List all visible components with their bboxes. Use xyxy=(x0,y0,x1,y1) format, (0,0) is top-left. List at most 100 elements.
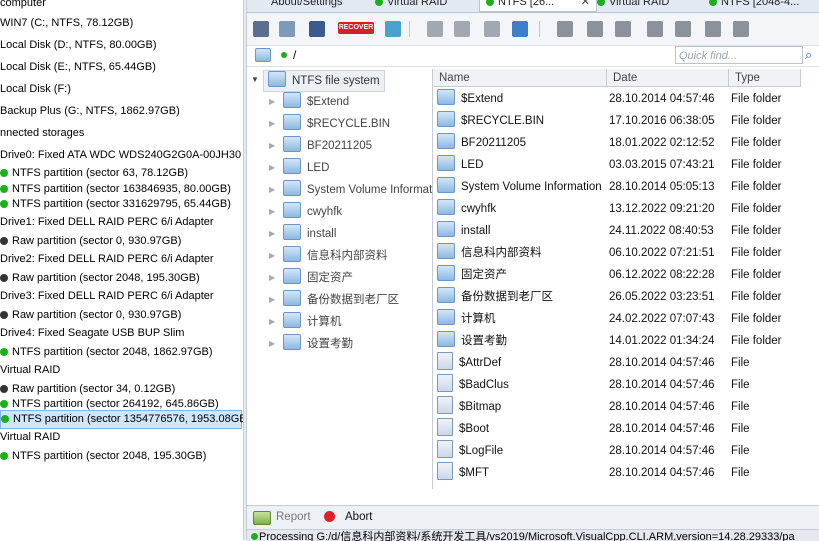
table-row[interactable]: $AttrDef 28.10.2014 04:57:46 File xyxy=(433,352,819,374)
search-icon[interactable]: ⌕ xyxy=(805,47,812,63)
report-button[interactable]: Report xyxy=(276,511,311,523)
partition-item[interactable]: NTFS partition (sector 2048, 1862.97GB) xyxy=(0,343,213,361)
device-item[interactable]: Local Disk (D:, NTFS, 80.00GB) xyxy=(0,36,157,54)
expand-arrow-icon[interactable]: ▶ xyxy=(269,339,275,348)
expand-arrow-icon[interactable]: ▶ xyxy=(269,251,275,260)
expand-arrow-icon[interactable]: ▶ xyxy=(269,207,275,216)
drive-item[interactable]: Drive3: Fixed DELL RAID PERC 6/i Adapter xyxy=(0,287,214,305)
expand-arrow-icon[interactable]: ▶ xyxy=(269,185,275,194)
tree-view-icon[interactable] xyxy=(279,21,295,37)
table-row[interactable]: 备份数据到老厂区 26.05.2022 03:23:51 File folder xyxy=(433,286,819,308)
disk-icon[interactable] xyxy=(615,21,631,37)
tree-item[interactable]: cwyhfk xyxy=(283,201,342,223)
expand-arrow-icon[interactable]: ▶ xyxy=(269,229,275,238)
tree-item[interactable]: 固定资产 xyxy=(283,267,353,289)
table-row[interactable]: install 24.11.2022 08:40:53 File folder xyxy=(433,220,819,242)
partition-item[interactable]: Raw partition (sector 2048, 195.30GB) xyxy=(0,269,200,287)
raid-item[interactable]: Virtual RAID xyxy=(0,428,60,446)
expand-arrow-icon[interactable]: ▼ xyxy=(251,69,259,91)
partition-item[interactable]: NTFS partition (sector 2048, 195.30GB) xyxy=(0,447,206,465)
export-icon[interactable] xyxy=(675,21,691,37)
list-icon[interactable] xyxy=(512,21,528,37)
tree-item[interactable]: 信息科内部资料 xyxy=(283,245,388,267)
table-row[interactable]: 设置考勤 14.01.2022 01:34:24 File folder xyxy=(433,330,819,352)
bug-icon[interactable] xyxy=(647,21,663,37)
expand-arrow-icon[interactable]: ▶ xyxy=(269,317,275,326)
table-row[interactable]: $Extend 28.10.2014 04:57:46 File folder xyxy=(433,88,819,110)
partition-item[interactable]: Raw partition (sector 0, 930.97GB) xyxy=(0,232,181,250)
recover-button[interactable]: RECOVER xyxy=(338,22,374,34)
expand-arrow-icon[interactable]: ▶ xyxy=(269,273,275,282)
close-tab-icon[interactable]: ✕ xyxy=(581,0,590,11)
table-row[interactable]: System Volume Information 28.10.2014 05:0… xyxy=(433,176,819,198)
drive-item[interactable]: Drive2: Fixed DELL RAID PERC 6/i Adapter xyxy=(0,250,214,268)
device-tree-panel: computer WIN7 (C:, NTFS, 78.12GB) Local … xyxy=(0,0,243,540)
table-row[interactable]: cwyhfk 13.12.2022 09:21:20 File folder xyxy=(433,198,819,220)
drive-item[interactable]: Drive4: Fixed Seagate USB BUP Slim xyxy=(0,324,184,342)
print-icon[interactable] xyxy=(733,21,749,37)
device-item[interactable]: Backup Plus (G:, NTFS, 1862.97GB) xyxy=(0,102,180,120)
abort-button[interactable]: Abort xyxy=(345,511,373,523)
device-item[interactable]: Local Disk (F:) xyxy=(0,80,71,98)
tree-item[interactable]: $RECYCLE.BIN xyxy=(283,113,390,135)
tab-about-settings[interactable]: About/Settings xyxy=(259,0,343,11)
table-row[interactable]: $RECYCLE.BIN 17.10.2016 06:38:05 File fold… xyxy=(433,110,819,132)
tree-item[interactable]: $Extend xyxy=(283,91,349,113)
column-header-type[interactable]: Type xyxy=(729,69,801,87)
partition-label: NTFS partition (sector 331629795, 65.44G… xyxy=(12,198,231,210)
table-row[interactable]: 信息科内部资料 06.10.2022 07:21:51 File folder xyxy=(433,242,819,264)
grid-icon[interactable] xyxy=(484,21,500,37)
expand-arrow-icon[interactable]: ▶ xyxy=(269,119,275,128)
tab-ntfs-2[interactable]: NTFS [2048-4... xyxy=(709,0,799,11)
panel-icon[interactable] xyxy=(427,21,443,37)
device-item[interactable]: WIN7 (C:, NTFS, 78.12GB) xyxy=(0,14,133,32)
tab-ntfs-active[interactable]: NTFS [26... ✕ xyxy=(479,0,597,12)
table-row[interactable]: 固定资产 06.12.2022 08:22:28 File folder xyxy=(433,264,819,286)
tree-item[interactable]: 备份数据到老厂区 xyxy=(283,289,399,311)
file-name: LED xyxy=(461,159,484,171)
abort-icon[interactable] xyxy=(324,511,335,522)
column-header-name[interactable]: Name xyxy=(433,69,607,87)
tab-virtual-raid-2[interactable]: Virtual RAID xyxy=(597,0,669,11)
table-row[interactable]: $LogFile 28.10.2014 04:57:46 File xyxy=(433,440,819,462)
action-bar: Report Abort xyxy=(247,505,819,530)
tree-item[interactable]: BF20211205 xyxy=(283,135,372,157)
quick-find-input[interactable]: Quick find... xyxy=(675,46,803,64)
file-type-icon[interactable] xyxy=(385,21,401,37)
check-icon[interactable] xyxy=(454,21,470,37)
report-icon[interactable] xyxy=(253,511,271,525)
expand-arrow-icon[interactable]: ▶ xyxy=(269,141,275,150)
column-header-date[interactable]: Date xyxy=(607,69,729,87)
tab-virtual-raid[interactable]: Virtual RAID xyxy=(375,0,447,11)
gear-icon[interactable] xyxy=(587,21,603,37)
table-row[interactable]: $BadClus 28.10.2014 04:57:46 File xyxy=(433,374,819,396)
path-input[interactable]: / xyxy=(293,48,296,62)
drive-item[interactable]: Drive0: Fixed ATA WDC WDS240G2G0A-00JH30 xyxy=(0,146,241,164)
table-row[interactable]: LED 03.03.2015 07:43:21 File folder xyxy=(433,154,819,176)
expand-arrow-icon[interactable]: ▶ xyxy=(269,163,275,172)
tree-item[interactable]: install xyxy=(283,223,336,245)
device-item[interactable]: Local Disk (E:, NTFS, 65.44GB) xyxy=(0,58,156,76)
tree-item[interactable]: 设置考勤 xyxy=(283,333,353,355)
partition-item-selected[interactable]: NTFS partition (sector 1354776576, 1953.… xyxy=(0,410,243,429)
table-row[interactable]: BF20211205 18.01.2022 02:12:52 File folder xyxy=(433,132,819,154)
tree-item[interactable]: LED xyxy=(283,157,329,179)
table-row[interactable]: 计算机 24.02.2022 07:07:43 File folder xyxy=(433,308,819,330)
expand-arrow-icon[interactable]: ▶ xyxy=(269,97,275,106)
expand-arrow-icon[interactable]: ▶ xyxy=(269,295,275,304)
binoculars-icon[interactable] xyxy=(309,21,325,37)
partition-item[interactable]: NTFS partition (sector 331629795, 65.44G… xyxy=(0,195,231,213)
table-row[interactable]: $Boot 28.10.2014 04:57:46 File xyxy=(433,418,819,440)
tools-icon[interactable] xyxy=(557,21,573,37)
tree-item[interactable]: 计算机 xyxy=(283,311,342,333)
tab-label: About/Settings xyxy=(271,0,343,8)
table-row[interactable]: $MFT 28.10.2014 04:57:46 File xyxy=(433,462,819,484)
raid-item[interactable]: Virtual RAID xyxy=(0,361,60,379)
save-icon[interactable] xyxy=(253,21,269,37)
tree-item[interactable]: System Volume Informatio xyxy=(283,179,432,201)
device-item[interactable]: computer xyxy=(0,0,46,12)
partition-item[interactable]: Raw partition (sector 0, 930.97GB) xyxy=(0,306,181,324)
drive-icon[interactable] xyxy=(705,21,721,37)
drive-item[interactable]: Drive1: Fixed DELL RAID PERC 6/i Adapter xyxy=(0,213,214,231)
table-row[interactable]: $Bitmap 28.10.2014 04:57:46 File xyxy=(433,396,819,418)
